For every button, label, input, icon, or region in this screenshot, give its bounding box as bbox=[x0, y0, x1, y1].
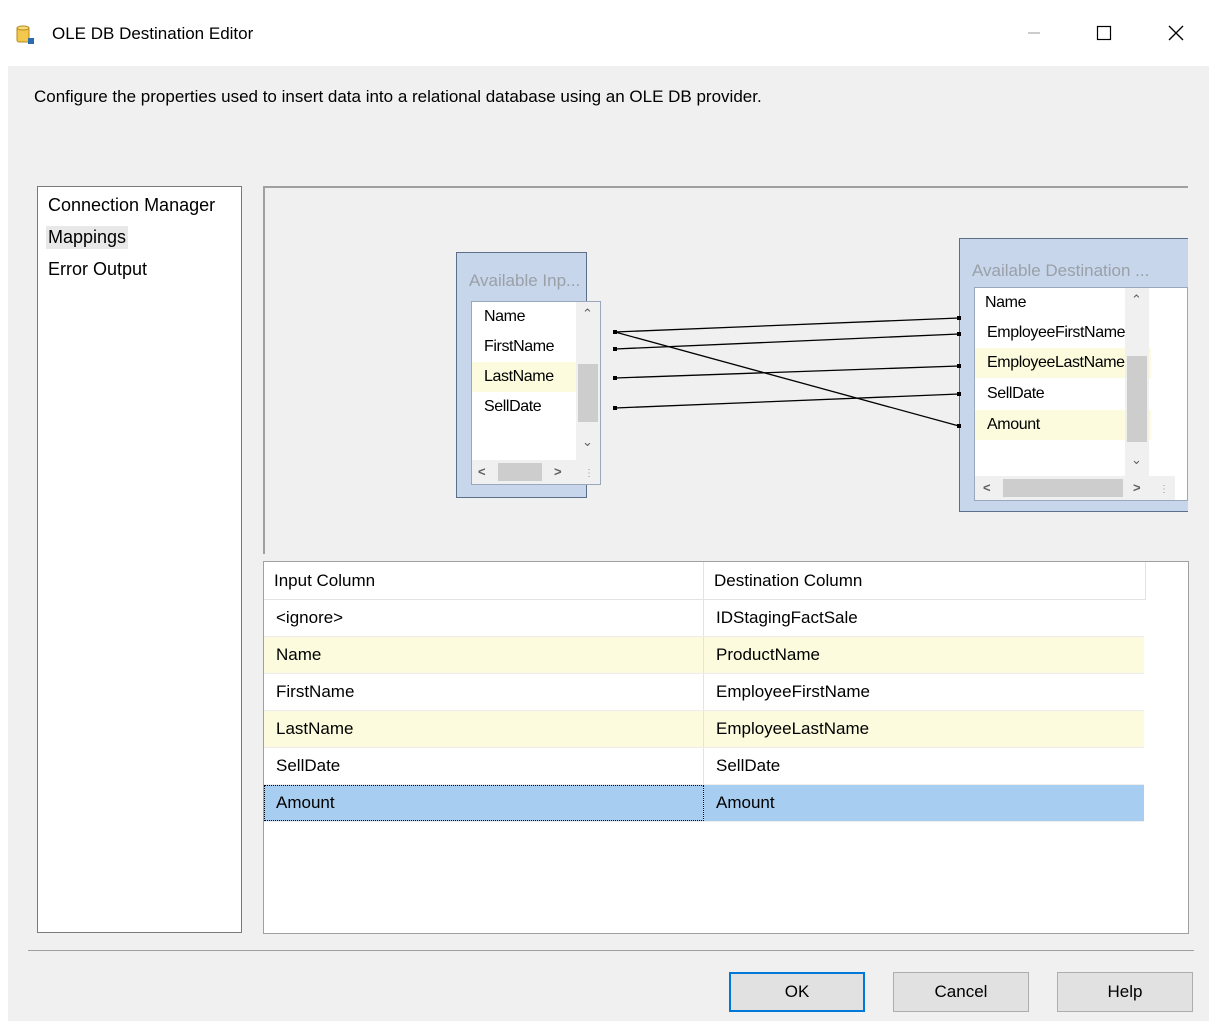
mapping-row-selected[interactable]: Amount Amount bbox=[264, 785, 1144, 822]
input-column-cell[interactable]: Name bbox=[264, 637, 704, 673]
mapping-row[interactable]: <ignore> IDStagingFactSale bbox=[264, 600, 1144, 637]
window-title: OLE DB Destination Editor bbox=[52, 24, 254, 43]
input-column-cell[interactable]: SellDate bbox=[264, 748, 704, 784]
minimize-button[interactable] bbox=[1010, 12, 1058, 54]
nav-item-mappings[interactable]: Mappings bbox=[46, 226, 129, 249]
page-nav: Connection Manager Mappings Error Output bbox=[37, 186, 242, 933]
input-column-cell[interactable]: Amount bbox=[264, 785, 704, 821]
nav-item-connection-manager[interactable]: Connection Manager bbox=[46, 194, 217, 217]
database-icon bbox=[14, 24, 36, 46]
destination-column-cell[interactable]: IDStagingFactSale bbox=[704, 600, 1144, 636]
cancel-button[interactable]: Cancel bbox=[893, 972, 1029, 1012]
destination-column-header[interactable]: Destination Column bbox=[704, 562, 1146, 599]
input-column-header[interactable]: Input Column bbox=[264, 562, 704, 599]
mapping-line bbox=[614, 365, 960, 379]
close-icon bbox=[1168, 25, 1184, 41]
mapping-lines bbox=[613, 316, 961, 428]
destination-column-cell[interactable]: Amount bbox=[704, 785, 1144, 821]
mapping-line bbox=[614, 331, 960, 427]
input-column-cell[interactable]: <ignore> bbox=[264, 600, 704, 636]
maximize-icon bbox=[1096, 25, 1112, 41]
destination-column-cell[interactable]: SellDate bbox=[704, 748, 1144, 784]
dialog-description: Configure the properties used to insert … bbox=[34, 87, 762, 106]
grid-header: Input Column Destination Column bbox=[264, 562, 1146, 600]
nav-item-error-output[interactable]: Error Output bbox=[46, 258, 149, 281]
ok-button[interactable]: OK bbox=[729, 972, 865, 1012]
destination-column-cell[interactable]: EmployeeFirstName bbox=[704, 674, 1144, 710]
minimize-icon bbox=[1027, 26, 1041, 40]
mapping-diagram[interactable]: Available Inp... Name FirstName LastName… bbox=[263, 186, 1188, 554]
title-bar: OLE DB Destination Editor bbox=[0, 0, 1209, 66]
destination-column-cell[interactable]: EmployeeLastName bbox=[704, 711, 1144, 747]
mapping-row[interactable]: LastName EmployeeLastName bbox=[264, 711, 1144, 748]
footer-divider bbox=[28, 950, 1194, 951]
mapping-row[interactable]: FirstName EmployeeFirstName bbox=[264, 674, 1144, 711]
mapping-line bbox=[614, 317, 960, 333]
mapping-grid[interactable]: Input Column Destination Column <ignore>… bbox=[263, 561, 1189, 934]
input-column-cell[interactable]: LastName bbox=[264, 711, 704, 747]
help-button[interactable]: Help bbox=[1057, 972, 1193, 1012]
maximize-button[interactable] bbox=[1080, 12, 1128, 54]
input-column-cell[interactable]: FirstName bbox=[264, 674, 704, 710]
close-button[interactable] bbox=[1152, 12, 1200, 54]
mapping-line bbox=[614, 393, 960, 409]
mapping-row[interactable]: Name ProductName bbox=[264, 637, 1144, 674]
destination-column-cell[interactable]: ProductName bbox=[704, 637, 1144, 673]
mapping-row[interactable]: SellDate SellDate bbox=[264, 748, 1144, 785]
